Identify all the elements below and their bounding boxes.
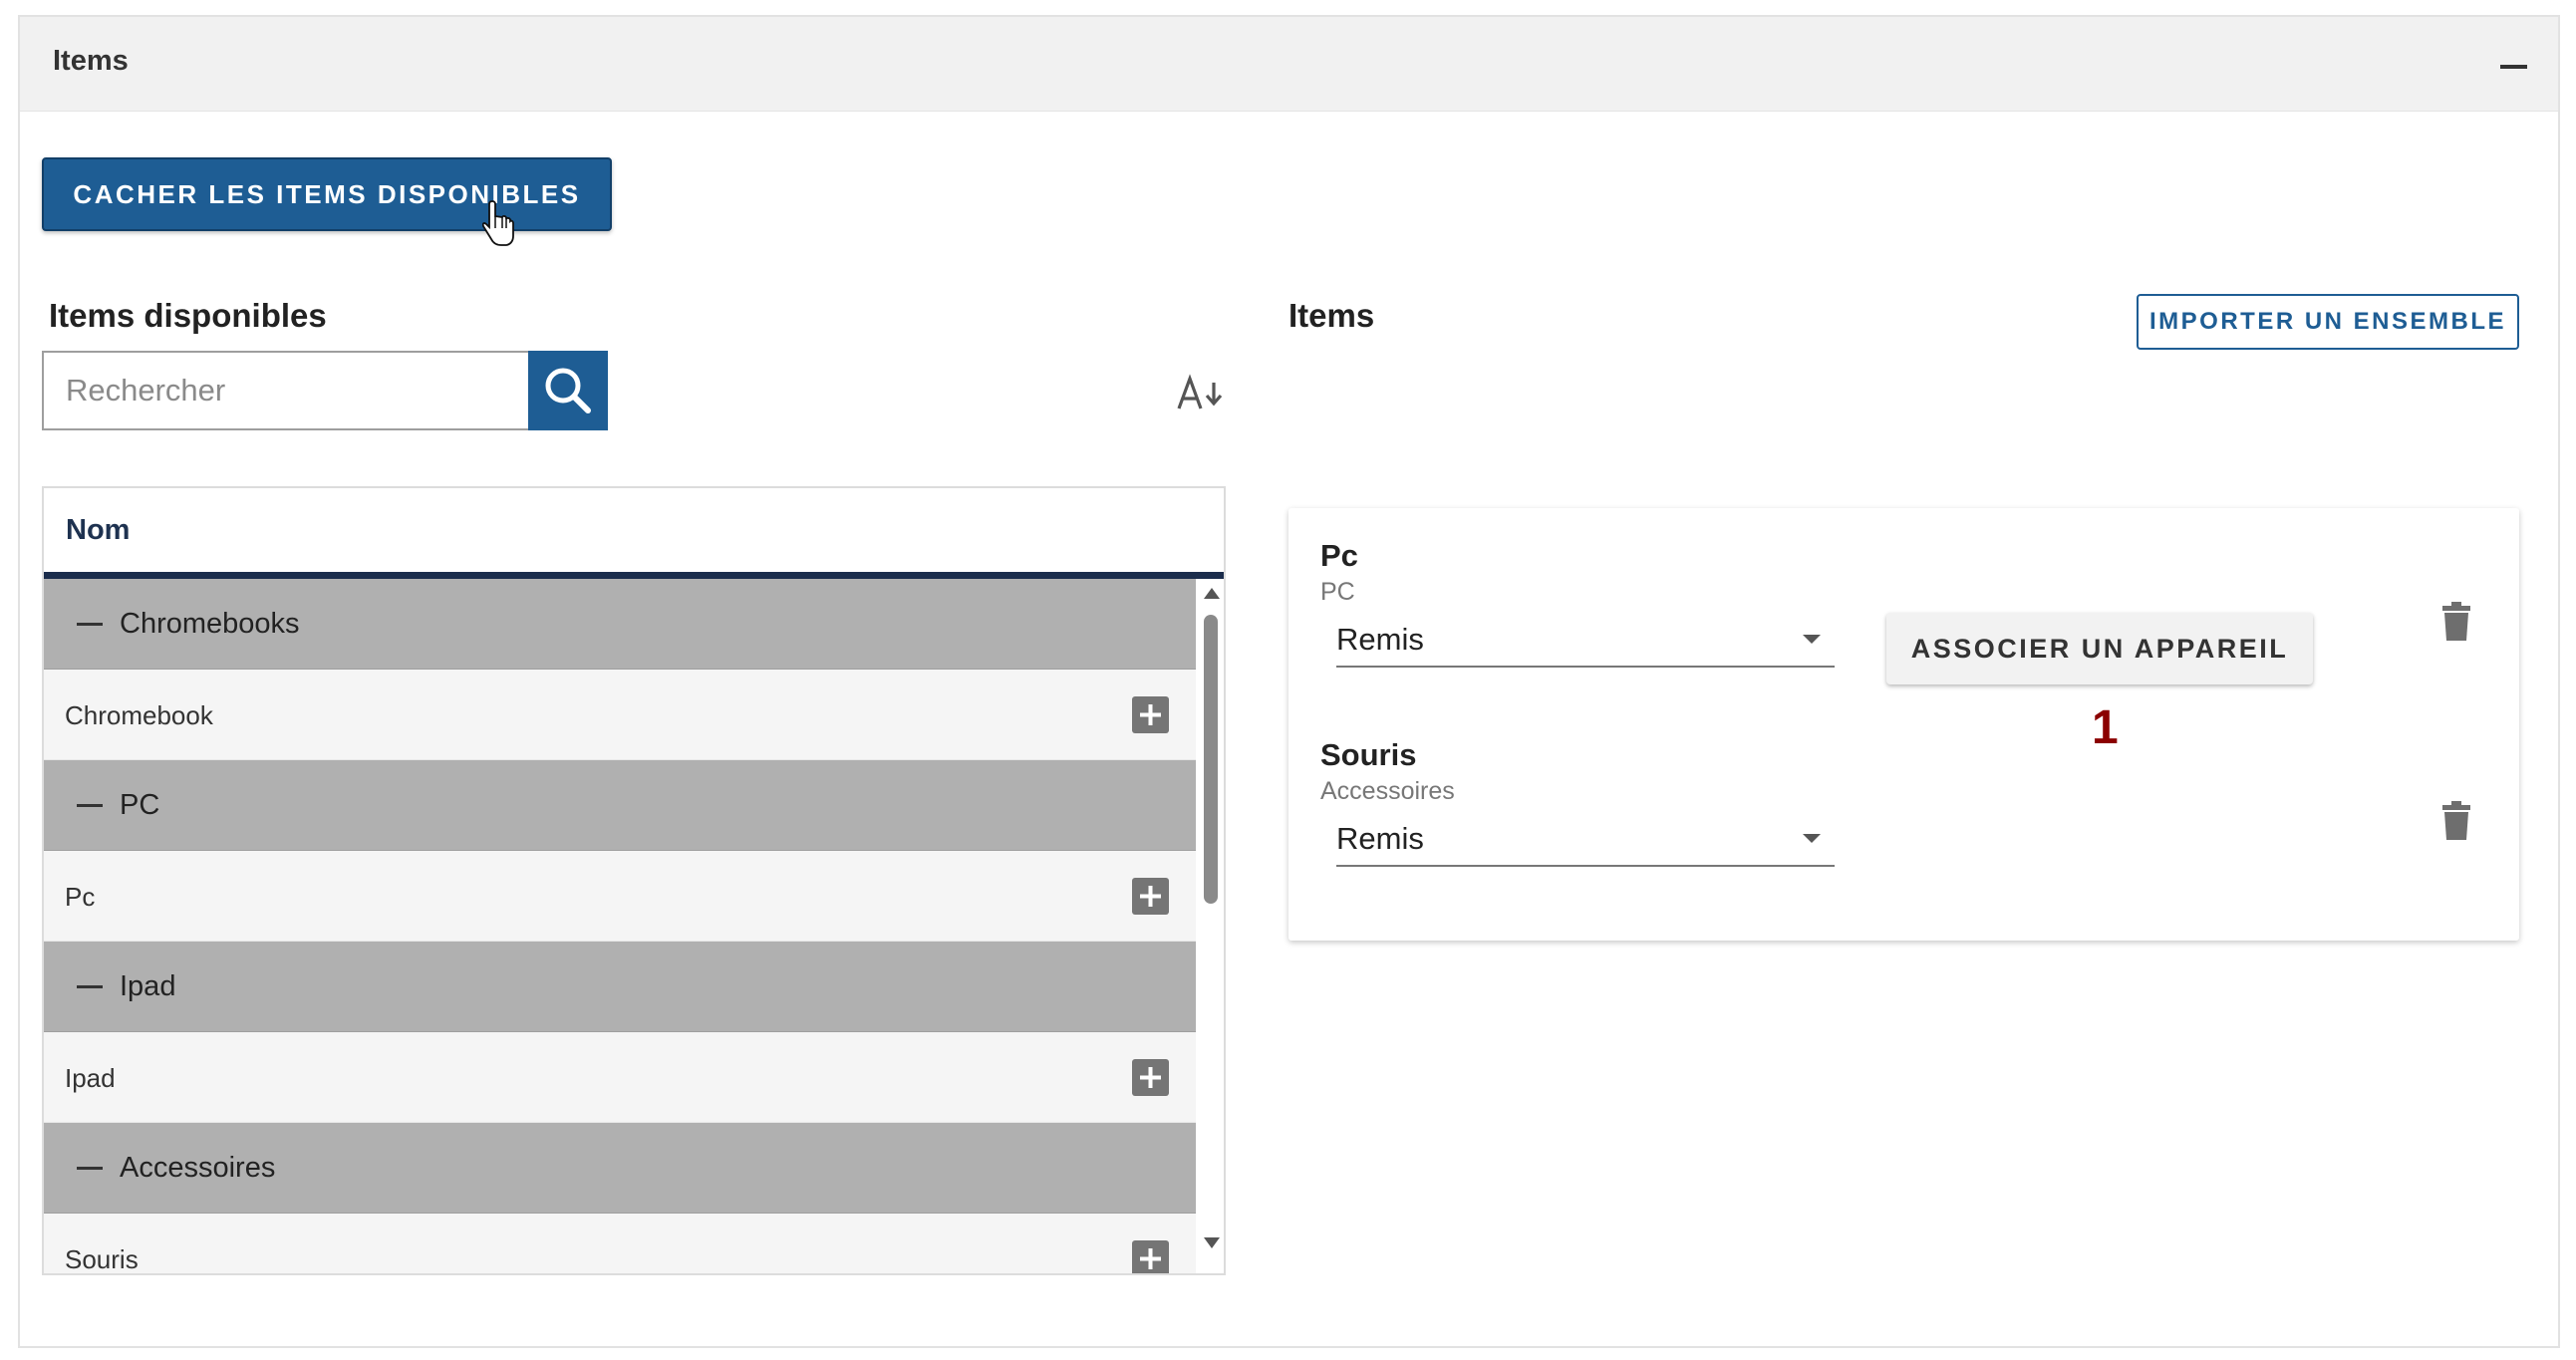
minus-icon: [77, 623, 103, 626]
column-header-name: Nom: [66, 514, 131, 546]
panel-title: Items: [53, 45, 129, 77]
selected-items-card: Pc PC Remis ASSOCIER UN APPAREIL 1 Souri…: [1288, 508, 2519, 941]
associate-device-button[interactable]: ASSOCIER UN APPAREIL: [1886, 613, 2313, 684]
status-value: Remis: [1336, 622, 1424, 657]
import-set-button[interactable]: IMPORTER UN ENSEMBLE: [2137, 294, 2519, 350]
status-select[interactable]: Remis: [1336, 813, 1835, 867]
sort-button[interactable]: [1176, 371, 1236, 416]
plus-square-icon[interactable]: [1132, 1240, 1169, 1275]
group-label: Chromebooks: [120, 608, 300, 640]
trash-icon[interactable]: [2441, 602, 2471, 642]
status-value: Remis: [1336, 821, 1424, 856]
scroll-thumb[interactable]: [1204, 615, 1218, 904]
search-input[interactable]: [42, 351, 528, 430]
pointer-cursor-icon: [482, 200, 514, 246]
panel-header: Items: [20, 17, 2558, 112]
minus-icon: [2500, 65, 2527, 69]
scroll-up-arrow-icon[interactable]: [1203, 586, 1221, 600]
plus-square-icon[interactable]: [1132, 696, 1169, 733]
caret-down-icon: [1803, 834, 1821, 843]
minus-icon: [77, 1167, 103, 1170]
search-icon: [545, 368, 591, 413]
item-label: Souris: [65, 1244, 139, 1274]
available-items-title: Items disponibles: [49, 297, 327, 334]
group-label: Accessoires: [120, 1152, 276, 1184]
scroll-down-arrow-icon[interactable]: [1203, 1236, 1221, 1250]
item-label: Ipad: [65, 1063, 116, 1093]
table-body: Chromebooks Chromebook PC Pc Ipad Ipad A…: [44, 579, 1196, 1275]
item-name: Pc: [1320, 538, 1358, 573]
trash-icon[interactable]: [2441, 801, 2471, 841]
minus-icon: [77, 804, 103, 807]
plus-square-icon[interactable]: [1132, 878, 1169, 915]
search-button[interactable]: [528, 351, 608, 430]
list-item: Souris: [44, 1214, 1196, 1275]
group-label: Ipad: [120, 970, 176, 1002]
items-title: Items: [1288, 297, 1375, 334]
hide-available-items-button[interactable]: CACHER LES ITEMS DISPONIBLES: [42, 157, 612, 231]
group-row-ipad[interactable]: Ipad: [44, 942, 1196, 1032]
caret-down-icon: [1803, 635, 1821, 644]
available-items-table: Nom Chromebooks Chromebook PC Pc Ipad Ip…: [42, 486, 1226, 1275]
item-category: Accessoires: [1320, 777, 1455, 805]
list-item: Pc: [44, 851, 1196, 942]
sort-alpha-down-icon: [1177, 374, 1223, 409]
collapse-panel-button[interactable]: [2488, 47, 2538, 87]
group-label: PC: [120, 789, 160, 821]
table-header: Nom: [44, 488, 1224, 579]
plus-square-icon[interactable]: [1132, 1059, 1169, 1096]
minus-icon: [77, 985, 103, 988]
group-row-pc[interactable]: PC: [44, 760, 1196, 851]
group-row-chromebooks[interactable]: Chromebooks: [44, 579, 1196, 670]
list-item: Ipad: [44, 1032, 1196, 1123]
item-name: Souris: [1320, 737, 1417, 772]
item-category: PC: [1320, 578, 1355, 606]
group-row-accessoires[interactable]: Accessoires: [44, 1123, 1196, 1214]
item-label: Pc: [65, 882, 96, 912]
associated-count: 1: [2092, 701, 2119, 754]
status-select[interactable]: Remis: [1336, 614, 1835, 668]
item-label: Chromebook: [65, 700, 213, 730]
list-item: Chromebook: [44, 670, 1196, 760]
table-scrollbar[interactable]: [1196, 579, 1224, 1273]
